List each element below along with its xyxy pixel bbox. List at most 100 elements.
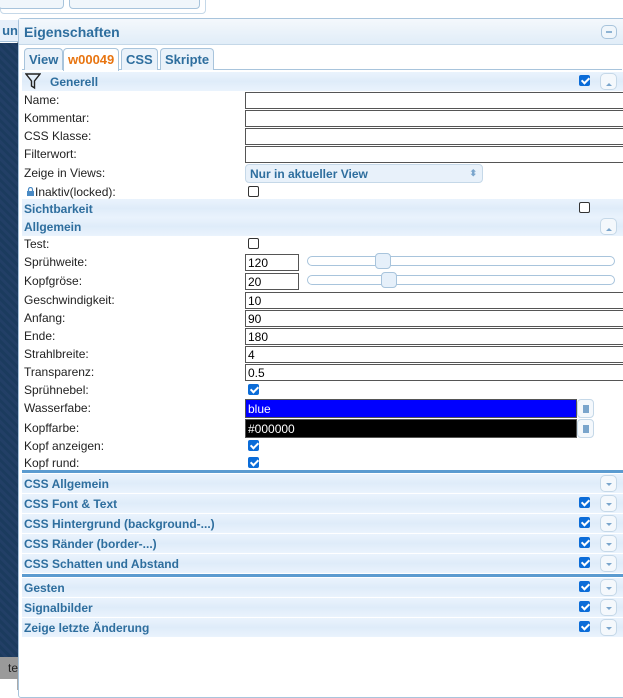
field-anfang: Anfang:	[22, 309, 623, 327]
css-klasse-input[interactable]	[245, 128, 623, 145]
group-title: CSS Font & Text	[24, 497, 118, 511]
view-preview	[0, 43, 18, 657]
toolbar-button[interactable]	[0, 0, 64, 9]
name-input[interactable]	[245, 92, 623, 109]
expand-button[interactable]	[600, 619, 617, 636]
kopfgroese-input[interactable]	[245, 273, 299, 290]
group-title: Allgemein	[24, 220, 82, 234]
kopf-rund-checkbox[interactable]	[248, 457, 259, 468]
anfang-input[interactable]	[245, 310, 623, 327]
field-label: Kopfgröse:	[24, 274, 83, 288]
group-title: Gesten	[24, 581, 65, 595]
group-css-raender[interactable]: CSS Ränder (border-...)	[22, 534, 623, 553]
group-checkbox[interactable]	[579, 497, 590, 508]
field-css-klasse: CSS Klasse:	[22, 127, 623, 145]
filter-icon[interactable]	[25, 73, 41, 90]
group-signalbilder[interactable]: Signalbilder	[22, 598, 623, 617]
field-label: Anfang:	[24, 311, 66, 325]
collapse-button[interactable]	[600, 73, 617, 90]
kopfgroese-slider[interactable]	[307, 272, 615, 288]
field-label: Filterwort:	[24, 147, 77, 161]
group-css-font[interactable]: CSS Font & Text	[22, 494, 623, 513]
group-css-allgemein[interactable]: CSS Allgemein	[22, 474, 623, 493]
expand-button[interactable]	[600, 475, 617, 492]
left-panel-tab[interactable]: un	[0, 20, 18, 42]
expand-button[interactable]	[600, 579, 617, 596]
field-wasserfabe: Wasserfabe: blue	[22, 399, 623, 418]
field-name: Name:	[22, 91, 623, 109]
views-select[interactable]: Nur in aktueller View	[245, 164, 483, 183]
field-label: Test:	[24, 237, 50, 251]
field-label: Strahlbreite:	[24, 347, 89, 361]
spruehweite-slider[interactable]	[307, 253, 615, 269]
group-gesten[interactable]: Gesten	[22, 578, 623, 597]
minimize-button[interactable]	[601, 25, 617, 39]
group-generell[interactable]: Generell	[22, 72, 623, 91]
group-css-schatten[interactable]: CSS Schatten und Abstand	[22, 554, 623, 573]
field-label: Kopffarbe:	[24, 421, 80, 435]
kommentar-input[interactable]	[245, 110, 623, 127]
field-kommentar: Kommentar:	[22, 109, 623, 127]
filterwort-input[interactable]	[245, 146, 623, 163]
expand-button[interactable]	[600, 599, 617, 616]
field-spruehnebel: Sprühnebel:	[22, 381, 623, 399]
color-picker-button[interactable]	[577, 399, 594, 418]
tab-widget[interactable]: w00049	[63, 48, 120, 71]
kopffarbe-color-input[interactable]: #000000	[245, 419, 577, 438]
field-kopffarbe: Kopffarbe: #000000	[22, 419, 623, 438]
panel-title-text: Eigenschaften	[24, 24, 120, 40]
field-kopf-anzeigen: Kopf anzeigen:	[22, 437, 623, 455]
wasserfabe-color-input[interactable]: blue	[245, 399, 577, 418]
field-label: Kommentar:	[24, 111, 90, 125]
generell-checkbox[interactable]	[579, 75, 590, 86]
geschwindigkeit-input[interactable]	[245, 292, 623, 309]
toolbar-button[interactable]	[69, 0, 200, 9]
kopf-anzeigen-checkbox[interactable]	[248, 440, 259, 451]
group-css-hintergrund[interactable]: CSS Hintergrund (background-...)	[22, 514, 623, 533]
group-checkbox[interactable]	[579, 557, 590, 568]
slider-handle[interactable]	[375, 253, 392, 269]
field-label: Kopf anzeigen:	[24, 439, 105, 453]
field-transparenz: Transparenz:	[22, 363, 623, 381]
tab-css[interactable]: CSS	[121, 48, 158, 70]
group-allgemein[interactable]: Allgemein	[22, 217, 623, 236]
sichtbarkeit-checkbox[interactable]	[579, 202, 590, 213]
tab-bar: View w00049 CSS Skripte	[22, 46, 622, 71]
expand-button[interactable]	[600, 495, 617, 512]
transparenz-input[interactable]	[245, 364, 623, 381]
strahlbreite-input[interactable]	[245, 346, 623, 363]
group-checkbox[interactable]	[579, 517, 590, 528]
expand-button[interactable]	[600, 535, 617, 552]
collapse-button[interactable]	[600, 218, 617, 235]
lock-icon	[27, 187, 34, 196]
group-title: CSS Ränder (border-...)	[24, 537, 157, 551]
test-checkbox[interactable]	[248, 238, 259, 249]
color-picker-button[interactable]	[577, 419, 594, 438]
group-sichtbarkeit[interactable]: Sichtbarkeit	[22, 199, 623, 218]
inaktiv-checkbox[interactable]	[248, 186, 259, 197]
expand-button[interactable]	[600, 515, 617, 532]
spruehweite-input[interactable]	[245, 254, 299, 271]
group-checkbox[interactable]	[579, 601, 590, 612]
field-zeige-in-views: Zeige in Views: Nur in aktueller View	[22, 164, 623, 183]
expand-button[interactable]	[600, 555, 617, 572]
group-checkbox[interactable]	[579, 581, 590, 592]
field-filterwort: Filterwort:	[22, 145, 623, 163]
group-checkbox[interactable]	[579, 537, 590, 548]
group-title: Generell	[50, 75, 99, 89]
group-title: CSS Schatten und Abstand	[24, 557, 179, 571]
slider-handle[interactable]	[381, 272, 397, 288]
group-title: Signalbilder	[24, 601, 93, 615]
spruehnebel-checkbox[interactable]	[248, 384, 259, 395]
ende-input[interactable]	[245, 328, 623, 345]
group-title: Sichtbarkeit	[24, 202, 93, 216]
group-checkbox[interactable]	[579, 621, 590, 632]
field-label: Geschwindigkeit:	[24, 293, 115, 307]
field-label: Ende:	[24, 329, 56, 343]
group-letzte-aenderung[interactable]: Zeige letzte Änderung	[22, 618, 623, 637]
tab-view[interactable]: View	[24, 48, 64, 70]
field-ende: Ende:	[22, 327, 623, 345]
field-strahlbreite: Strahlbreite:	[22, 345, 623, 363]
divider	[22, 470, 623, 473]
tab-skripte[interactable]: Skripte	[160, 48, 215, 70]
